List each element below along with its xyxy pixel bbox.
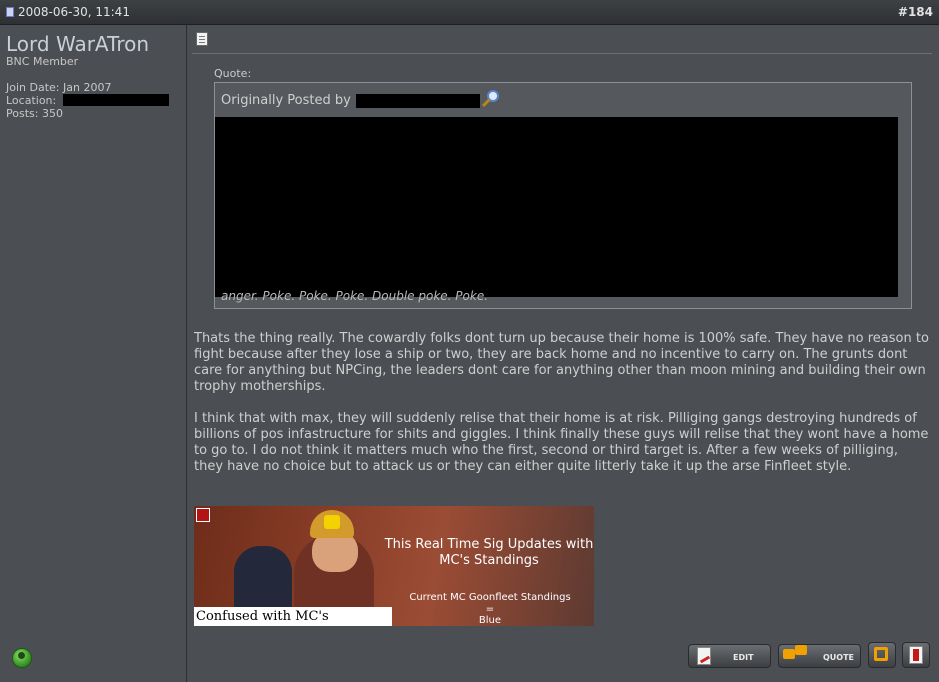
quote-button[interactable]: QUOTE: [778, 644, 861, 668]
author-location-label: Location:: [6, 94, 57, 107]
signature-standing-value: Blue: [478, 615, 502, 626]
post-content: Quote: Originally Posted by anger. Poke.…: [188, 25, 939, 682]
signature-confused-text: Confused with MC's Standings?: [194, 607, 392, 626]
online-status-icon: [12, 648, 32, 668]
post-number-link[interactable]: #184: [898, 5, 933, 19]
signature-badge-icon: [196, 508, 210, 522]
quote-box: Originally Posted by anger. Poke. Poke. …: [214, 82, 912, 309]
post-document-icon: [196, 32, 208, 46]
location-redaction: [63, 94, 169, 106]
quote-author-redaction: [356, 94, 480, 108]
quote-attribution: Originally Posted by: [221, 93, 351, 108]
quote-text-redaction: [215, 117, 898, 297]
author-join-date: Join Date: Jan 2007: [6, 81, 112, 94]
quote-visible-text: anger. Poke. Poke. Poke. Double poke. Po…: [221, 289, 489, 303]
post-paragraph-2: I think that with max, they will suddenl…: [194, 411, 929, 474]
multi-quote-icon: [874, 647, 888, 661]
signature-face: [312, 532, 358, 572]
view-post-icon[interactable]: [481, 89, 501, 109]
multi-quote-button[interactable]: [868, 642, 896, 668]
post-date: 2008-06-30, 11:41: [18, 5, 130, 19]
signature-equals: =: [485, 604, 495, 615]
author-username[interactable]: Lord WarATron: [6, 32, 149, 56]
signature-standings-label: Current MC Goonfleet Standings: [409, 592, 571, 603]
quote-bubble-icon: [795, 645, 807, 655]
edit-button[interactable]: EDIT: [688, 644, 771, 668]
post-paragraph-1: Thats the thing really. The cowardly fol…: [194, 331, 929, 394]
author-posts: Posts: 350: [6, 107, 63, 120]
edit-button-label: EDIT: [733, 653, 754, 662]
signature-caption-line1: This Real Time Sig Updates with: [384, 537, 594, 552]
quote-icon: [783, 649, 795, 659]
post-header-bar: 2008-06-30, 11:41 #184: [0, 0, 939, 25]
report-post-button[interactable]: [902, 642, 930, 668]
signature-caption-line2: MC's Standings: [439, 553, 539, 568]
author-sidebar: Lord WarATron BNC Member Join Date: Jan …: [0, 25, 187, 682]
report-icon: [909, 646, 923, 664]
signature-emblem-icon: [324, 515, 340, 529]
quote-button-label: QUOTE: [823, 653, 855, 662]
content-divider: [192, 53, 932, 54]
post-icon: [6, 7, 14, 17]
edit-icon: [697, 647, 711, 665]
quote-label: Quote:: [214, 67, 252, 80]
signature-image: This Real Time Sig Updates with MC's Sta…: [194, 506, 594, 626]
author-title: BNC Member: [6, 55, 79, 68]
